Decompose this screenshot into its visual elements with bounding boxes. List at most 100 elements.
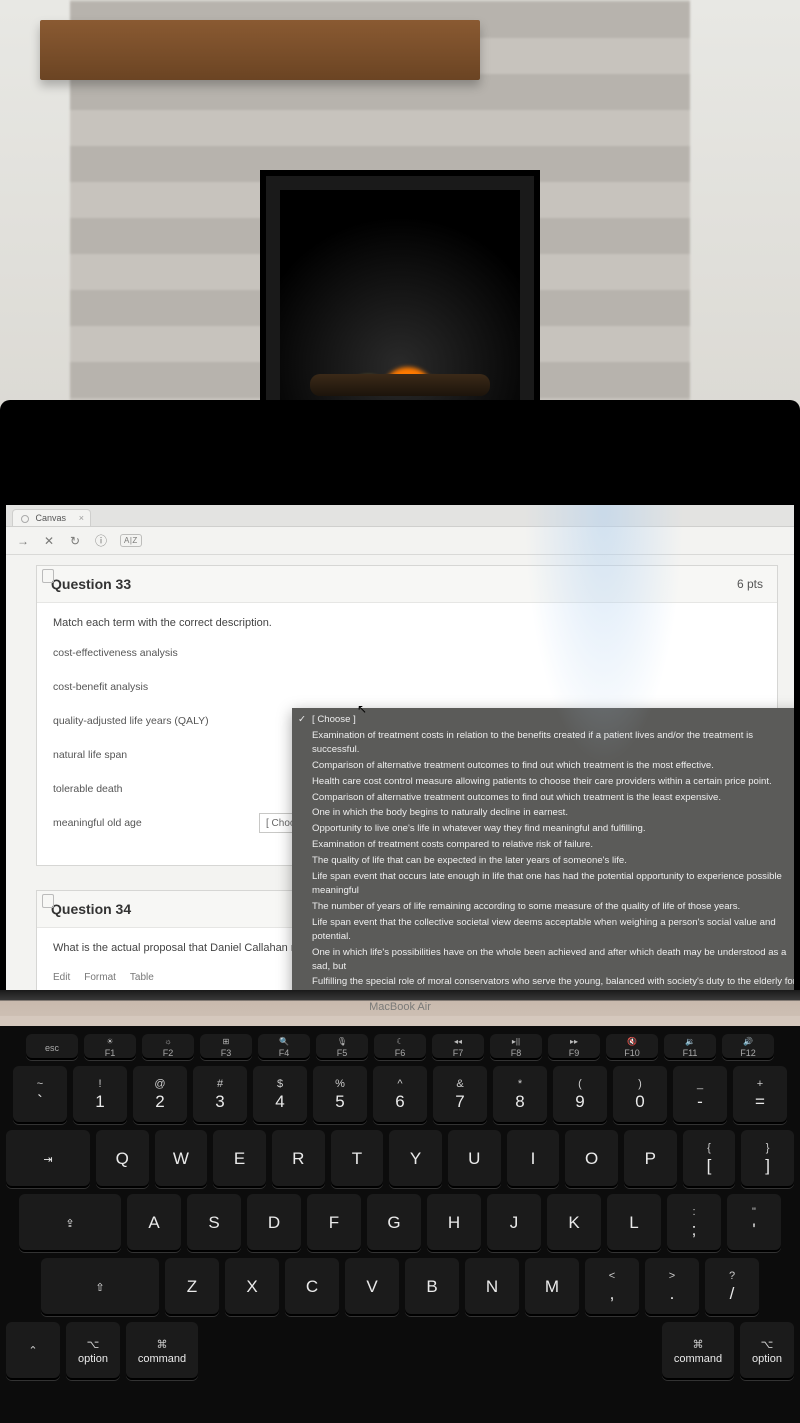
dropdown-option[interactable]: Comparison of alternative treatment outc… <box>292 758 794 774</box>
key[interactable]: ^6 <box>373 1066 427 1124</box>
key[interactable]: @2 <box>133 1066 187 1124</box>
question-33-title: Question 33 <box>51 576 131 592</box>
key[interactable]: {[ <box>683 1130 736 1188</box>
forward-icon[interactable]: → <box>16 534 30 548</box>
browser-tab-canvas[interactable]: Canvas × <box>12 509 91 526</box>
key[interactable]: (9 <box>553 1066 607 1124</box>
key[interactable]: 🔉F11 <box>664 1034 716 1060</box>
key[interactable]: >. <box>645 1258 699 1316</box>
key[interactable]: 🔇F10 <box>606 1034 658 1060</box>
key[interactable]: ⇪ <box>19 1194 121 1252</box>
key[interactable]: D <box>247 1194 301 1252</box>
key[interactable]: <, <box>585 1258 639 1316</box>
dropdown-option[interactable]: One in which the body begins to naturall… <box>292 805 794 821</box>
dropdown-option[interactable]: Opportunity to live one's life in whatev… <box>292 821 794 837</box>
key[interactable]: ⌘command <box>662 1322 734 1380</box>
key[interactable]: B <box>405 1258 459 1316</box>
key[interactable]: ▸||F8 <box>490 1034 542 1060</box>
key[interactable]: ⌥option <box>66 1322 120 1380</box>
dropdown-option[interactable]: Fulfilling the special role of moral con… <box>292 974 794 990</box>
key[interactable]: *8 <box>493 1066 547 1124</box>
match-dropdown-open[interactable]: [ Choose ]Examination of treatment costs… <box>292 708 794 990</box>
key[interactable]: ☀F1 <box>84 1034 136 1060</box>
key[interactable]: :; <box>667 1194 721 1252</box>
dropdown-option[interactable]: Life span event that occurs late enough … <box>292 869 794 899</box>
key[interactable]: H <box>427 1194 481 1252</box>
dropdown-option[interactable]: Life span event that the collective soci… <box>292 915 794 945</box>
key[interactable]: !1 <box>73 1066 127 1124</box>
key[interactable]: L <box>607 1194 661 1252</box>
key[interactable]: R <box>272 1130 325 1188</box>
flag-question-34[interactable] <box>42 894 54 908</box>
key[interactable]: ◂◂F7 <box>432 1034 484 1060</box>
key[interactable]: ▸▸F9 <box>548 1034 600 1060</box>
key[interactable]: 🔍F4 <box>258 1034 310 1060</box>
key[interactable]: S <box>187 1194 241 1252</box>
key[interactable]: Y <box>389 1130 442 1188</box>
rte-format[interactable]: Format <box>84 972 116 983</box>
key[interactable]: _- <box>673 1066 727 1124</box>
dropdown-option[interactable]: One in which life's possibilities have o… <box>292 945 794 975</box>
key[interactable]: ?/ <box>705 1258 759 1316</box>
key[interactable]: N <box>465 1258 519 1316</box>
key[interactable]: += <box>733 1066 787 1124</box>
rte-edit[interactable]: Edit <box>53 972 70 983</box>
key[interactable]: O <box>565 1130 618 1188</box>
dropdown-option[interactable]: Health care cost control measure allowin… <box>292 774 794 790</box>
key[interactable]: ⌥option <box>740 1322 794 1380</box>
flag-question-33[interactable] <box>42 569 54 583</box>
mouse-cursor: ↖ <box>357 702 367 716</box>
reload-icon[interactable]: ↻ <box>68 534 82 548</box>
rte-table[interactable]: Table <box>130 972 154 983</box>
key[interactable]: %5 <box>313 1066 367 1124</box>
fireplace <box>260 170 540 430</box>
log <box>310 374 490 396</box>
tab-close-icon[interactable]: × <box>79 513 84 523</box>
key[interactable]: ⊞F3 <box>200 1034 252 1060</box>
key[interactable]: 🔊F12 <box>722 1034 774 1060</box>
dropdown-option[interactable]: [ Choose ] <box>292 712 794 728</box>
key[interactable]: &7 <box>433 1066 487 1124</box>
key[interactable]: M <box>525 1258 579 1316</box>
reader-badge[interactable]: A|Z <box>120 534 142 547</box>
dropdown-option[interactable]: The quality of life that can be expected… <box>292 853 794 869</box>
key[interactable]: V <box>345 1258 399 1316</box>
key[interactable]: )0 <box>613 1066 667 1124</box>
key[interactable]: W <box>155 1130 208 1188</box>
key[interactable]: ⇥ <box>6 1130 90 1188</box>
key[interactable]: esc <box>26 1034 78 1060</box>
key[interactable]: ⇧ <box>41 1258 159 1316</box>
key[interactable]: ⌃ <box>6 1322 60 1380</box>
dropdown-option[interactable]: Comparison of alternative treatment outc… <box>292 790 794 806</box>
dropdown-option[interactable]: The number of years of life remaining ac… <box>292 899 794 915</box>
key[interactable]: T <box>331 1130 384 1188</box>
stop-icon[interactable]: ✕ <box>42 534 56 548</box>
key[interactable]: P <box>624 1130 677 1188</box>
key[interactable]: ☾F6 <box>374 1034 426 1060</box>
key[interactable]: J <box>487 1194 541 1252</box>
key[interactable]: F <box>307 1194 361 1252</box>
key[interactable]: }] <box>741 1130 794 1188</box>
key[interactable]: E <box>213 1130 266 1188</box>
dropdown-option[interactable]: Examination of treatment costs in relati… <box>292 728 794 758</box>
key[interactable]: $4 <box>253 1066 307 1124</box>
key[interactable]: ⌘command <box>126 1322 198 1380</box>
dropdown-option[interactable]: Examination of treatment costs compared … <box>292 837 794 853</box>
key[interactable]: I <box>507 1130 560 1188</box>
key[interactable]: C <box>285 1258 339 1316</box>
tab-favicon <box>21 515 29 523</box>
key[interactable]: "' <box>727 1194 781 1252</box>
key[interactable]: A <box>127 1194 181 1252</box>
key[interactable]: Z <box>165 1258 219 1316</box>
key[interactable]: G <box>367 1194 421 1252</box>
key[interactable]: ☼F2 <box>142 1034 194 1060</box>
info-icon[interactable]: ⓘ <box>94 534 108 548</box>
key[interactable]: #3 <box>193 1066 247 1124</box>
key[interactable]: X <box>225 1258 279 1316</box>
key[interactable]: U <box>448 1130 501 1188</box>
key[interactable]: ~` <box>13 1066 67 1124</box>
key[interactable]: K <box>547 1194 601 1252</box>
screen-bezel: Canvas × → ✕ ↻ ⓘ A|Z Question 33 <box>0 400 800 1000</box>
key[interactable]: Q <box>96 1130 149 1188</box>
key[interactable]: 🎙F5 <box>316 1034 368 1060</box>
